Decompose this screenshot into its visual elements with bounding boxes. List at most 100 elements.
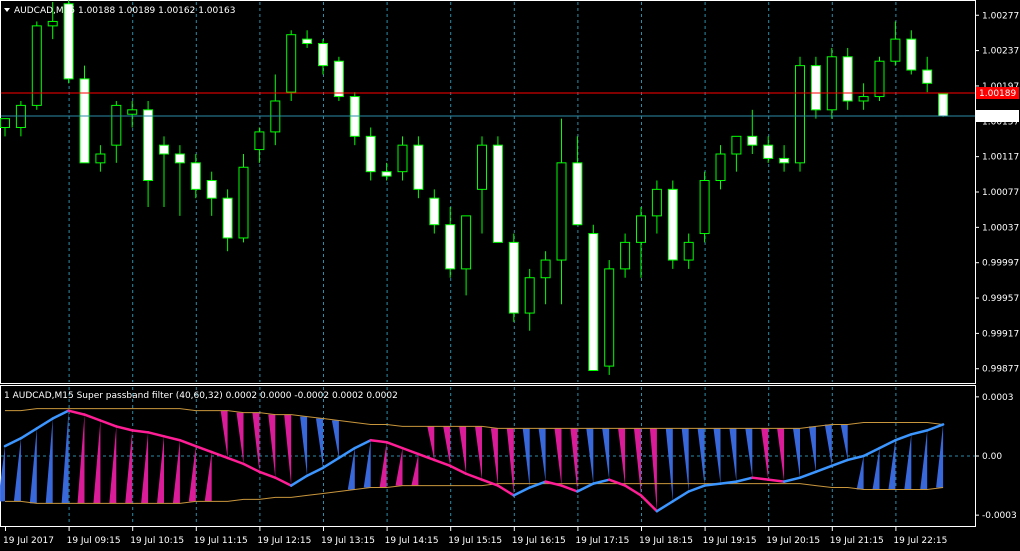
filter-line-segment — [353, 438, 372, 450]
candle-body — [826, 56, 837, 111]
time-axis-label: 19 Jul 09:15 — [67, 536, 121, 546]
candle-body — [286, 34, 297, 93]
histogram-bar — [872, 448, 880, 490]
filter-line-segment — [194, 444, 213, 454]
time-axis-label: 19 Jul 14:15 — [385, 536, 439, 546]
filter-line-segment — [576, 482, 595, 493]
histogram-bar — [554, 428, 562, 486]
candle-body — [747, 135, 758, 146]
filter-line-segment — [687, 484, 706, 493]
candle-body — [318, 43, 328, 67]
filter-line-segment — [560, 484, 579, 493]
candle-body — [47, 20, 58, 27]
histogram-bar — [284, 414, 292, 486]
candle-body — [795, 65, 805, 164]
histogram-bar — [904, 434, 912, 490]
candle-body — [604, 268, 615, 367]
candle-body — [572, 162, 583, 226]
price-axis-label: 1.00037 — [982, 223, 1019, 233]
time-axis-label: 19 Jul 13:15 — [321, 536, 375, 546]
filter-line-segment — [448, 464, 468, 475]
histogram-bar — [29, 428, 37, 504]
histogram-bar — [316, 418, 323, 468]
histogram-bar — [157, 436, 164, 504]
histogram-bar — [347, 448, 355, 490]
time-axis-label: 19 Jul 20:15 — [766, 536, 820, 546]
candle-body — [492, 144, 503, 243]
candle-body — [588, 233, 599, 372]
time-axis-label: 19 Jul 11:15 — [194, 536, 248, 546]
candle-body — [620, 241, 631, 270]
candle-body — [429, 197, 440, 226]
filter-line-segment — [862, 446, 881, 458]
trading-chart[interactable]: 1.002771.002371.001971.001571.001171.000… — [0, 0, 1020, 551]
histogram-bar — [697, 428, 705, 486]
histogram-bar — [411, 454, 419, 486]
filter-line-segment — [433, 458, 452, 468]
time-axis-label: 19 Jul 18:15 — [639, 536, 693, 546]
filter-line-segment — [894, 433, 913, 442]
filter-line-segment — [878, 438, 897, 450]
time-grid — [68, 2, 897, 525]
filter-line-segment — [751, 476, 770, 481]
filter-line-segment — [607, 478, 627, 487]
filter-line-segment — [51, 409, 70, 420]
filter-line-segment — [639, 494, 659, 513]
histogram-bar — [681, 428, 689, 492]
candle-body — [779, 157, 790, 164]
histogram-bar — [363, 440, 371, 488]
candle-body — [111, 104, 122, 146]
histogram-bar — [602, 428, 610, 480]
price-axis-label: 1.00237 — [982, 47, 1019, 57]
candle-body — [127, 109, 138, 115]
price-axis-label: 0.99877 — [982, 365, 1019, 375]
candle-body — [763, 144, 774, 159]
histogram-bar — [490, 428, 498, 486]
time-axis-label: 19 Jul 21:15 — [830, 536, 884, 546]
histogram-bar — [93, 420, 101, 504]
candle-body — [540, 259, 551, 279]
histogram-bar — [13, 438, 21, 502]
filter-line-segment — [226, 456, 245, 466]
price-axis-label: 1.00117 — [982, 153, 1019, 163]
filter-line-segment — [162, 435, 182, 442]
histogram-bar — [618, 428, 626, 486]
time-axis-label: 19 Jul 17:15 — [575, 536, 629, 546]
time-axis-label: 19 Jul 10:15 — [130, 536, 184, 546]
candle-body — [302, 38, 313, 45]
histogram-bar — [141, 432, 149, 504]
filter-line-segment — [512, 486, 531, 497]
candle-body — [906, 38, 917, 71]
symbol-dropdown-icon[interactable] — [4, 8, 10, 12]
filter-line-segment — [496, 484, 516, 497]
candle-body — [461, 215, 472, 270]
time-axis-label: 19 Jul 2017 — [3, 536, 54, 546]
histogram-bar — [506, 428, 514, 496]
histogram-bar — [61, 410, 69, 504]
histogram-bar — [109, 426, 117, 504]
histogram-bar — [125, 430, 133, 504]
candle-body — [238, 166, 249, 239]
candle-body — [810, 65, 821, 111]
filter-line-segment — [417, 452, 436, 462]
candle-body — [477, 144, 487, 190]
filter-line-segment — [178, 438, 198, 448]
indicator-axis-label: 0.0003 — [982, 393, 1014, 403]
candle-body — [95, 153, 106, 164]
candle-body — [190, 162, 201, 190]
price-axis-label: 0.99917 — [982, 329, 1019, 339]
filter-line-segment — [99, 419, 118, 428]
time-axis-label: 19 Jul 22:15 — [893, 536, 947, 546]
price-axis-label: 0.99957 — [982, 294, 1019, 304]
filter-line-segment — [385, 440, 404, 450]
filter-line-segment — [528, 480, 547, 489]
filter-line-segment — [814, 464, 834, 474]
candle-body — [651, 188, 662, 217]
histogram-bar — [459, 426, 467, 474]
filter-line-segment — [83, 413, 102, 422]
filter-line-segment — [305, 466, 325, 477]
histogram-bar — [188, 446, 196, 502]
candle-body — [731, 135, 742, 155]
candle-body — [397, 144, 408, 173]
time-axis-label: 19 Jul 19:15 — [703, 536, 757, 546]
